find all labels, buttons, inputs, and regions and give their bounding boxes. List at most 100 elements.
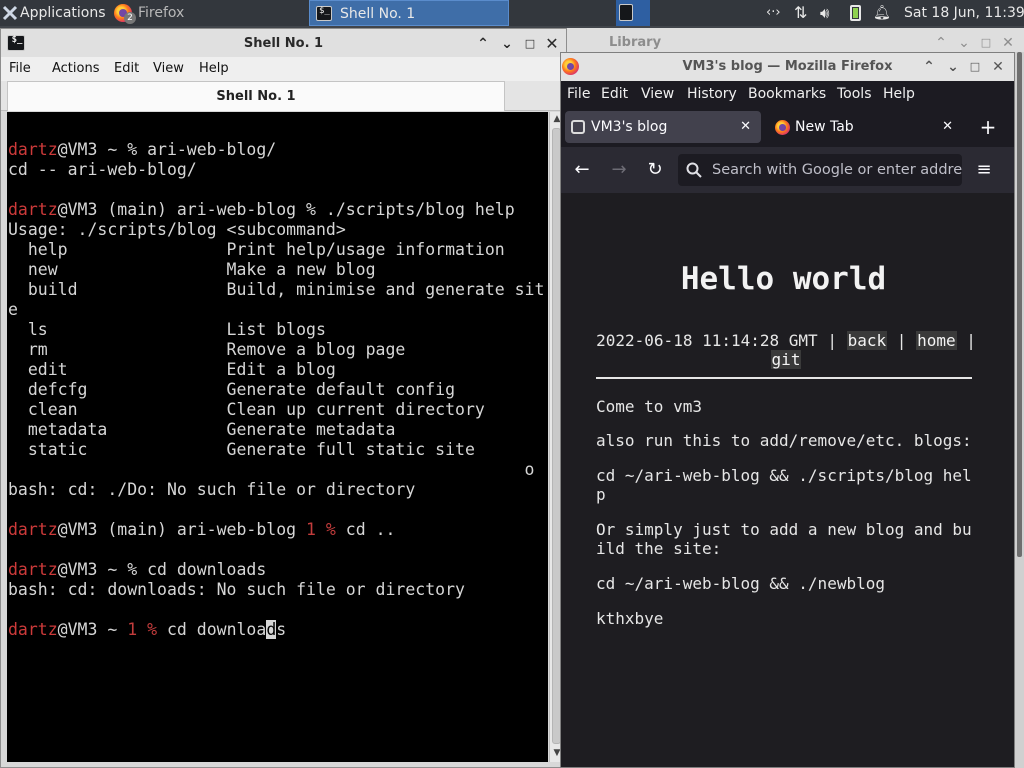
link-git[interactable]: git xyxy=(770,350,802,369)
terminal-line: dartz@VM3 (main) ari-web-blog % ./script… xyxy=(8,200,515,220)
terminal-text: @VM3 (main) ari-web-blog % ./scripts/blo… xyxy=(57,200,515,219)
url-placeholder: Search with Google or enter address xyxy=(712,162,962,178)
network-icon[interactable]: ‹·› xyxy=(766,0,788,26)
forward-arrow-icon[interactable]: → xyxy=(604,155,634,185)
terminal-line: rm Remove a blog page xyxy=(8,340,406,360)
menu-actions[interactable]: Actions xyxy=(52,57,100,81)
terminal-line: edit Edit a blog xyxy=(8,360,336,380)
top-panel: Applications 2 Firefox $_ Shell No. 1 ‹·… xyxy=(0,0,1024,26)
ff-menu-edit[interactable]: Edit xyxy=(601,81,628,107)
tab-new-tab[interactable]: New Tab ✕ xyxy=(767,111,963,143)
minimize-icon[interactable]: ⌃ xyxy=(473,29,493,59)
firefox-minimize-icon[interactable]: ⌃ xyxy=(919,53,939,81)
menu-edit[interactable]: Edit xyxy=(114,57,139,81)
terminal-text: bash: cd: ./Do: No such file or director… xyxy=(8,480,416,499)
terminal-window-icon: $_ xyxy=(7,35,25,51)
firefox-titlebar[interactable]: VM3's blog — Mozilla Firefox ⌃ ⌄ □ ✕ xyxy=(561,53,1014,81)
terminal-line: metadata Generate metadata xyxy=(8,420,396,440)
menu-view[interactable]: View xyxy=(153,57,184,81)
transfer-icon[interactable]: ⇅ xyxy=(794,0,814,26)
tab-new-tab-label: New Tab xyxy=(795,119,854,135)
terminal-text: @VM3 ~ % ari-web-blog/ xyxy=(57,140,277,159)
ff-menu-help[interactable]: Help xyxy=(883,81,915,107)
firefox-tab-icon xyxy=(775,120,790,135)
ff-menu-file[interactable]: File xyxy=(567,81,590,107)
window-count-badge: 2 xyxy=(124,12,136,24)
terminal-text: bash: cd: downloads: No such file or dir… xyxy=(8,580,465,599)
search-icon xyxy=(686,162,702,178)
firefox-close-icon[interactable]: ✕ xyxy=(988,53,1008,81)
page-meta: 2022-06-18 11:14:28 GMT | back | home | … xyxy=(596,331,976,369)
paragraph-4: kthxbye xyxy=(596,609,664,628)
taskbar-firefox[interactable]: 2 Firefox xyxy=(110,0,310,26)
workspace-switcher[interactable] xyxy=(616,0,650,26)
terminal-line: new Make a new blog xyxy=(8,260,376,280)
applications-menu-icon[interactable] xyxy=(2,0,18,26)
terminal-text: Usage: ./scripts/blog <subcommand> xyxy=(8,220,346,239)
maximize-icon[interactable]: □ xyxy=(520,29,540,59)
reload-icon[interactable]: ↻ xyxy=(640,155,670,185)
volume-icon[interactable]: 🔊︎ xyxy=(820,0,840,26)
terminal-text: edit Edit a blog xyxy=(8,360,336,379)
firefox-shade-icon[interactable]: ⌄ xyxy=(943,53,963,81)
terminal-line: ls List blogs xyxy=(8,320,326,340)
menu-help[interactable]: Help xyxy=(199,57,229,81)
terminal-text: clean Clean up current directory xyxy=(8,400,485,419)
terminal-window: $_ Shell No. 1 ⌃ ⌄ □ ✕ File Actions Edit… xyxy=(0,28,567,768)
terminal-line: o xyxy=(8,460,535,480)
ff-menu-view[interactable]: View xyxy=(641,81,674,107)
link-home[interactable]: home xyxy=(916,331,957,350)
ff-menu-bookmarks[interactable]: Bookmarks xyxy=(748,81,826,107)
firefox-window-title: VM3's blog — Mozilla Firefox xyxy=(682,59,893,74)
exit-status: 1 % xyxy=(127,620,158,639)
terminal-output[interactable]: dartz @VM3 ~ % ari-web-blog/cd -- ari-web… xyxy=(7,112,548,762)
code-line-1-wrap: p xyxy=(596,485,606,504)
terminal-line: help Print help/usage information xyxy=(8,240,505,260)
notification-bell-icon[interactable]: 🔔︎ xyxy=(873,0,891,26)
terminal-icon: $_ xyxy=(316,6,332,21)
back-arrow-icon[interactable]: ← xyxy=(567,155,597,185)
ff-menu-tools[interactable]: Tools xyxy=(837,81,872,107)
tab-vm3-blog[interactable]: VM3's blog ✕ xyxy=(565,111,761,143)
menu-file[interactable]: File xyxy=(9,57,31,81)
clock[interactable]: Sat 18 Jun, 11:39 xyxy=(904,0,1024,26)
shade-icon[interactable]: ⌄ xyxy=(497,29,517,59)
ff-menu-history[interactable]: History xyxy=(687,81,737,107)
terminal-text: @VM3 ~ xyxy=(57,620,128,639)
url-bar[interactable]: Search with Google or enter address xyxy=(678,154,962,186)
link-back[interactable]: back xyxy=(846,331,888,350)
taskbar-shell-label: Shell No. 1 xyxy=(340,6,416,22)
code-line-2: cd ~/ari-web-blog && ./newblog xyxy=(596,574,885,593)
hamburger-menu-icon[interactable]: ≡ xyxy=(969,155,999,185)
prompt-user: dartz xyxy=(8,620,58,639)
firefox-window: VM3's blog — Mozilla Firefox ⌃ ⌄ □ ✕ Fil… xyxy=(560,52,1015,768)
firefox-tabstrip: VM3's blog ✕ New Tab ✕ + xyxy=(561,107,1014,147)
terminal-text: defcfg Generate default config xyxy=(8,380,456,399)
terminal-text: metadata Generate metadata xyxy=(8,420,396,439)
divider xyxy=(596,377,972,379)
tab-shell-1[interactable]: Shell No. 1 xyxy=(7,81,505,111)
firefox-maximize-icon[interactable]: □ xyxy=(965,53,985,81)
code-line-1: cd ~/ari-web-blog && ./scripts/blog hel xyxy=(596,466,972,485)
library-window-title: Library xyxy=(608,35,662,50)
paragraph-2: also run this to add/remove/etc. blogs: xyxy=(596,431,972,450)
terminal-titlebar[interactable]: $_ Shell No. 1 ⌃ ⌄ □ ✕ xyxy=(1,29,566,59)
terminal-line: Usage: ./scripts/blog <subcommand> xyxy=(8,220,346,240)
terminal-text: build Build, minimise and generate sit xyxy=(8,280,545,299)
page-favicon-icon xyxy=(571,120,585,134)
terminal-text: @VM3 ~ % cd downloads xyxy=(57,560,267,579)
terminal-line: e xyxy=(8,300,18,320)
terminal-tabbar: Shell No. 1 xyxy=(1,81,566,111)
applications-menu-button[interactable]: Applications xyxy=(20,0,106,26)
close-icon[interactable]: ✕ xyxy=(542,29,562,59)
terminal-line: dartz@VM3 ~ % cd downloads xyxy=(8,560,266,580)
firefox-menubar: File Edit View History Bookmarks Tools H… xyxy=(561,81,1014,107)
taskbar-shell[interactable]: $_ Shell No. 1 xyxy=(309,0,509,26)
terminal-text: cd -- ari-web-blog/ xyxy=(8,160,197,179)
post-date: 2022-06-18 11:14:28 GMT xyxy=(596,331,818,350)
tab-close-icon[interactable]: ✕ xyxy=(740,111,751,143)
battery-icon[interactable] xyxy=(849,0,863,26)
new-tab-plus-icon[interactable]: + xyxy=(975,111,1001,143)
terminal-text: new Make a new blog xyxy=(8,260,376,279)
tab-close-icon[interactable]: ✕ xyxy=(942,111,953,143)
